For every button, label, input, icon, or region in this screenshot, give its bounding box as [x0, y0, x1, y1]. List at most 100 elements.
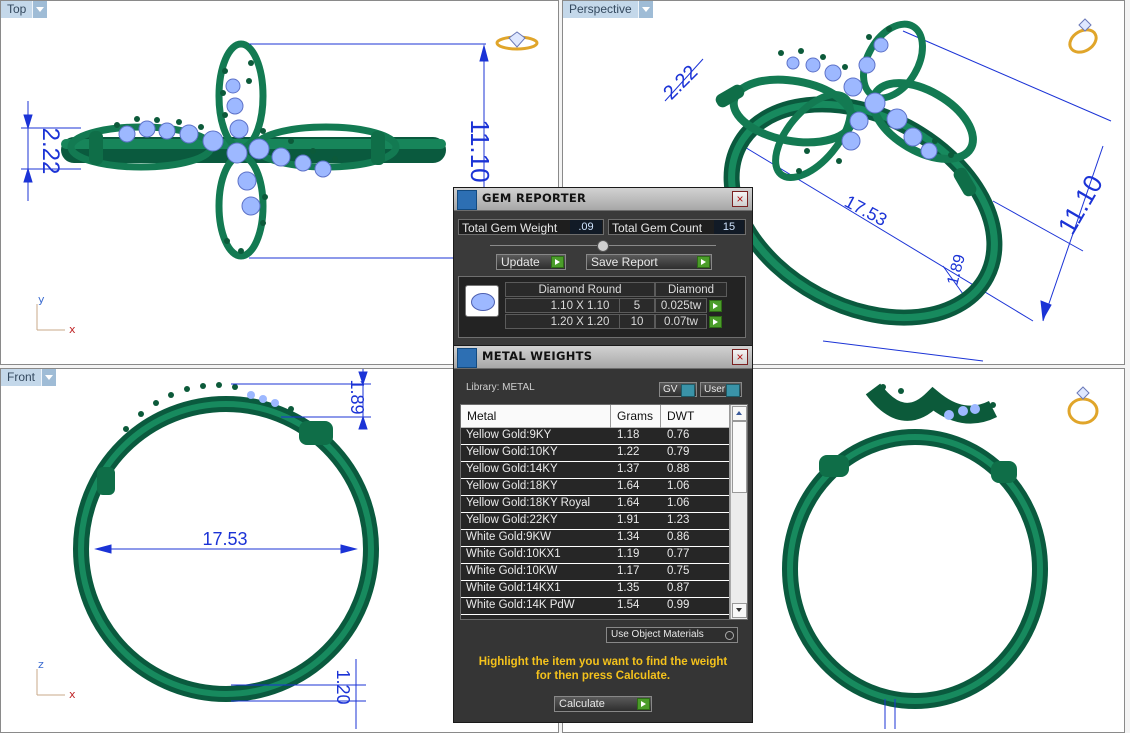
gv-toggle[interactable]: GV — [659, 382, 697, 397]
gem-reporter-titlebar[interactable]: GEM REPORTER × — [454, 188, 752, 211]
metal-grams: 1.64 — [617, 480, 640, 492]
persp-dim-2-22: 2.22 — [659, 61, 702, 104]
gem-table: Diamond Round Diamond 1.10 X 1.10 5 0.02… — [458, 276, 746, 338]
play-icon — [637, 698, 650, 710]
metal-dwt: 0.86 — [667, 531, 690, 543]
front-dim-17-53: 17.53 — [202, 529, 247, 549]
metal-grams: 1.19 — [617, 548, 640, 560]
axis-x-label: x — [69, 323, 76, 336]
gem-shape-header: Diamond Round — [505, 282, 655, 297]
metal-table-scrollbar[interactable] — [730, 405, 747, 619]
library-label: Library: METAL — [466, 382, 535, 393]
use-object-materials-label: Use Object Materials — [611, 629, 704, 640]
metal-row[interactable]: Yellow Gold:10KY 1.22 0.79 — [461, 445, 729, 462]
metal-name: White Gold:10KW — [466, 565, 558, 577]
gem-reporter-title: GEM REPORTER — [482, 191, 587, 205]
gv-label: GV — [663, 384, 678, 395]
metal-grams: 1.64 — [617, 497, 640, 509]
gem-row-go-icon[interactable] — [709, 316, 722, 328]
metal-dwt: 1.06 — [667, 480, 690, 492]
metal-grams: 1.91 — [617, 514, 640, 526]
gem-row-weight[interactable]: 0.025tw — [655, 298, 707, 313]
gem-row-weight[interactable]: 0.07tw — [655, 314, 707, 329]
gem-row-count[interactable]: 10 — [619, 314, 655, 329]
metal-grams: 1.17 — [617, 565, 640, 577]
metal-weights-titlebar[interactable]: METAL WEIGHTS × — [454, 346, 752, 369]
close-icon[interactable]: × — [732, 349, 748, 365]
play-icon — [697, 256, 710, 268]
metal-dwt: 0.77 — [667, 548, 690, 560]
metal-row[interactable]: White Gold:14K PdW 1.54 0.99 — [461, 598, 729, 615]
metal-name: Yellow Gold:9KY — [466, 429, 552, 441]
calculate-hint: Highlight the item you want to find the … — [478, 656, 728, 682]
metal-row[interactable]: Yellow Gold:22KY 1.91 1.23 — [461, 513, 729, 530]
user-toggle[interactable]: User — [700, 382, 742, 397]
ring-preview-icon — [1067, 386, 1099, 425]
metal-grams: 1.37 — [617, 463, 640, 475]
metal-grams: 1.35 — [617, 582, 640, 594]
persp-dim-11-10: 11.10 — [1051, 170, 1109, 240]
ring-preview-icon — [1068, 18, 1098, 54]
metal-dwt: 0.79 — [667, 446, 690, 458]
metal-dwt: 0.87 — [667, 582, 690, 594]
calculate-button[interactable]: Calculate — [554, 696, 652, 712]
metal-grams: 1.18 — [617, 429, 640, 441]
toggle-icon — [681, 384, 695, 397]
metal-row[interactable]: White Gold:9KW 1.34 0.86 — [461, 530, 729, 547]
gem-row-go-icon[interactable] — [709, 300, 722, 312]
update-button[interactable]: Update — [496, 254, 566, 270]
col-metal-header[interactable]: Metal — [467, 409, 496, 423]
metal-name: Yellow Gold:14KY — [466, 463, 558, 475]
metal-grams: 1.34 — [617, 531, 640, 543]
gem-material-header: Diamond — [655, 282, 727, 297]
metal-grams: 1.54 — [617, 599, 640, 611]
user-label: User — [704, 384, 726, 395]
col-dwt-header[interactable]: DWT — [667, 409, 694, 423]
close-icon[interactable]: × — [732, 191, 748, 207]
metal-name: Yellow Gold:22KY — [466, 514, 558, 526]
scroll-up-icon[interactable] — [732, 406, 747, 421]
calculate-label: Calculate — [559, 698, 605, 710]
metal-dwt: 0.99 — [667, 599, 690, 611]
metal-dwt: 1.23 — [667, 514, 690, 526]
metal-grams: 1.22 — [617, 446, 640, 458]
toggle-icon — [726, 384, 740, 397]
metal-name: White Gold:14KX1 — [466, 582, 561, 594]
scroll-down-icon[interactable] — [732, 603, 747, 618]
metal-row[interactable]: Yellow Gold:18KY Royal 1.64 1.06 — [461, 496, 729, 513]
metal-name: White Gold:14K PdW — [466, 599, 575, 611]
metal-weights-panel: METAL WEIGHTS × Library: METAL GV User M… — [453, 345, 753, 723]
splitter-knob-icon[interactable] — [597, 240, 609, 252]
metal-dwt: 1.06 — [667, 497, 690, 509]
top-dim-length: 11.10 — [465, 119, 495, 182]
scale-icon — [457, 348, 477, 368]
gem-reporter-icon — [457, 190, 477, 210]
axis-x-label: x — [69, 688, 76, 701]
metal-row[interactable]: Yellow Gold:18KY 1.64 1.06 — [461, 479, 729, 496]
metal-table-header: Metal Grams DWT — [461, 405, 731, 428]
metal-row[interactable]: White Gold:10KX1 1.19 0.77 — [461, 547, 729, 564]
top-dim-height: 2.22 — [37, 128, 64, 175]
metal-name: Yellow Gold:18KY Royal — [466, 497, 591, 509]
scroll-thumb[interactable] — [732, 421, 747, 493]
metal-name: White Gold:10KX1 — [466, 548, 561, 560]
axis-z-label: z — [38, 658, 44, 671]
metal-row[interactable]: Yellow Gold:14KY 1.37 0.88 — [461, 462, 729, 479]
use-object-materials-toggle[interactable]: Use Object Materials — [606, 627, 738, 643]
metal-row[interactable]: White Gold:14KX1 1.35 0.87 — [461, 581, 729, 598]
save-report-button[interactable]: Save Report — [586, 254, 712, 270]
axis-y-label: y — [38, 293, 45, 306]
metal-row[interactable]: Yellow Gold:9KY 1.18 0.76 — [461, 428, 729, 445]
gem-shape-icon — [465, 285, 499, 317]
metal-dwt: 0.75 — [667, 565, 690, 577]
metal-table: Metal Grams DWT Yellow Gold:9KY 1.18 0.7… — [460, 404, 748, 620]
save-report-label: Save Report — [591, 255, 658, 269]
col-grams-header[interactable]: Grams — [617, 409, 653, 423]
persp-dim-17-53: 17.53 — [841, 191, 890, 230]
gem-row-count[interactable]: 5 — [619, 298, 655, 313]
persp-dim-1-89: 1.89 — [944, 252, 969, 287]
metal-row[interactable]: White Gold:10KW 1.17 0.75 — [461, 564, 729, 581]
metal-weights-title: METAL WEIGHTS — [482, 349, 593, 363]
play-icon — [551, 256, 564, 268]
total-gem-count-value: 15 — [714, 220, 744, 234]
